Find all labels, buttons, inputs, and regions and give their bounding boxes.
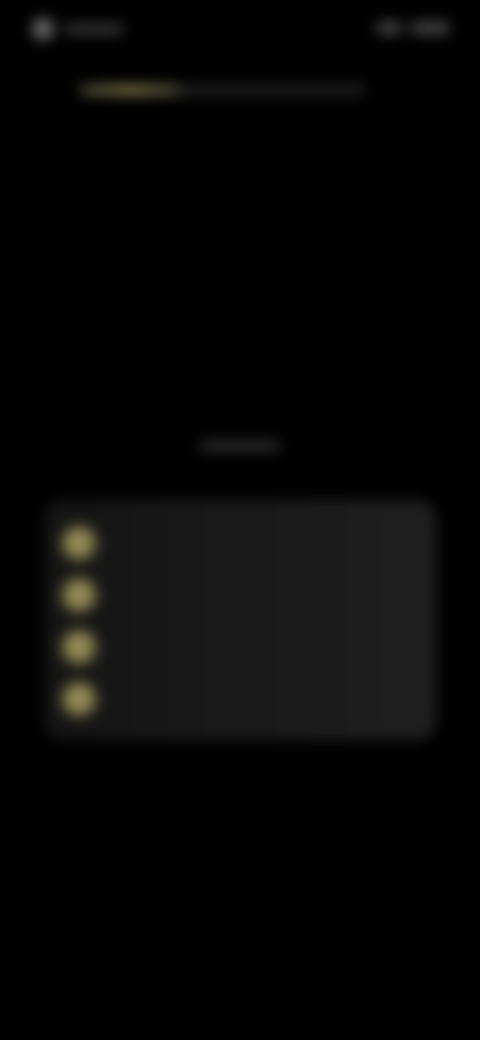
benefit-item: ✓ <box>62 524 118 562</box>
progress-bar <box>80 86 366 94</box>
status-right <box>376 22 450 34</box>
status-left <box>32 18 124 40</box>
screen: ✓ ✓ ✓ ✓ <box>0 0 480 1040</box>
battery-icon <box>410 22 450 34</box>
benefit-item: ✓ <box>62 680 118 718</box>
benefit-item: ✓ <box>62 628 118 666</box>
status-time <box>64 24 124 34</box>
benefit-item: ✓ <box>62 576 118 614</box>
status-bar <box>0 0 480 60</box>
progress-fill <box>80 86 181 94</box>
signal-icon <box>376 22 402 34</box>
check-icon: ✓ <box>62 682 96 716</box>
check-icon: ✓ <box>62 578 96 612</box>
check-icon: ✓ <box>62 526 96 560</box>
status-dot-icon <box>32 18 54 40</box>
benefits-card: ✓ ✓ ✓ ✓ <box>44 500 436 740</box>
subtitle-line <box>200 440 280 452</box>
check-icon: ✓ <box>62 630 96 664</box>
